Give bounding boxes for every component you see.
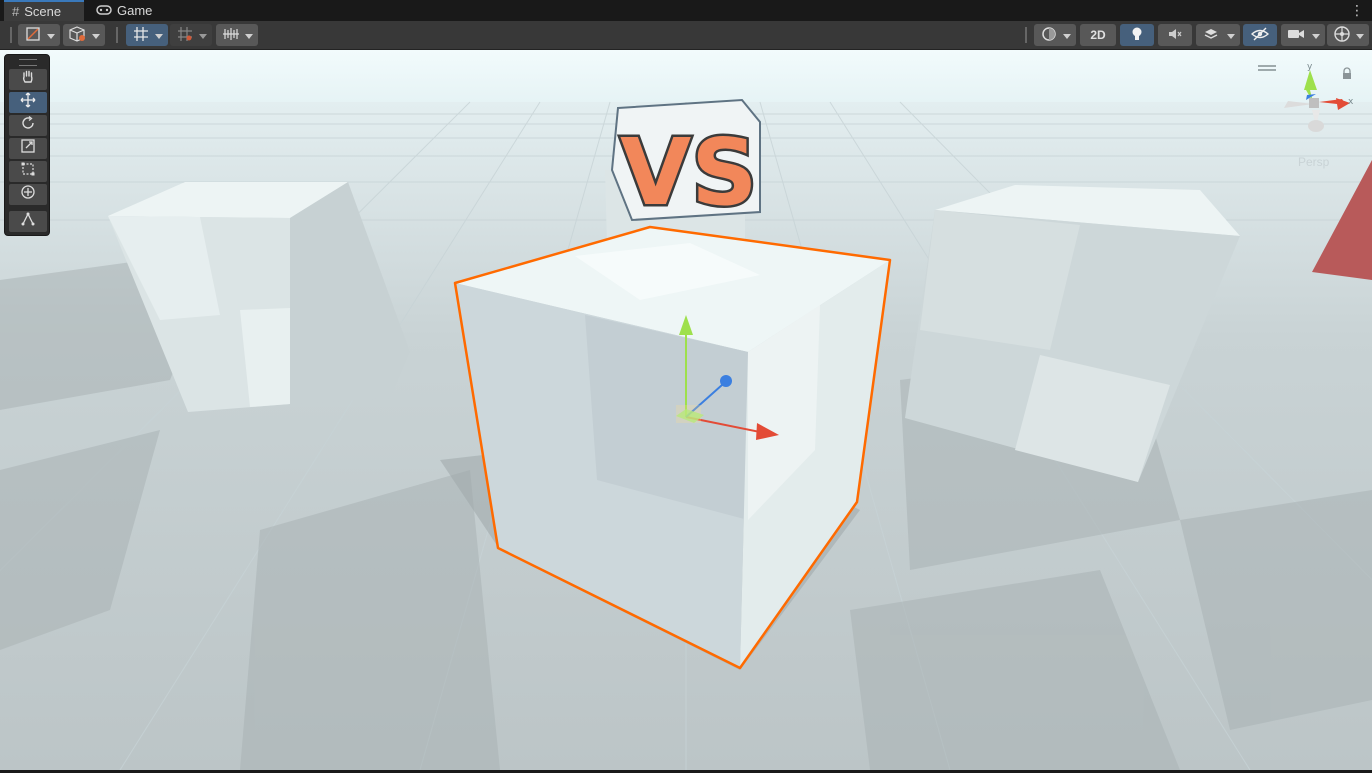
gamepad-icon — [96, 3, 112, 18]
grid-toggle[interactable] — [126, 24, 168, 46]
gizmos-dropdown[interactable] — [1327, 24, 1369, 46]
toolbar-grip — [116, 27, 118, 43]
transform-tool[interactable] — [9, 184, 47, 205]
audio-toggle[interactable] — [1158, 24, 1192, 46]
speaker-muted-icon — [1167, 27, 1183, 44]
move-arrows-icon — [20, 92, 36, 113]
chevron-down-icon — [245, 34, 253, 39]
transform-icon — [20, 184, 36, 205]
menu-lines-icon[interactable] — [1258, 58, 1276, 76]
eye-crossed-icon — [1250, 27, 1270, 44]
rotate-tool[interactable] — [9, 115, 47, 136]
rect-tool[interactable] — [9, 161, 47, 182]
sphere-icon — [1041, 26, 1057, 45]
overlay-handle[interactable] — [19, 59, 37, 66]
svg-text:x: x — [1348, 97, 1354, 107]
draw-mode-icon — [25, 26, 41, 45]
hand-tool[interactable] — [9, 69, 47, 90]
scale-tool[interactable] — [9, 138, 47, 159]
hand-icon — [20, 69, 36, 90]
tab-game-label: Game — [117, 3, 153, 18]
svg-text:y: y — [1307, 62, 1313, 72]
gizmo-globe-icon — [1333, 25, 1351, 46]
move-tool[interactable] — [9, 92, 47, 113]
rotate-icon — [20, 115, 36, 136]
shading-dropdown[interactable] — [1034, 24, 1076, 46]
rect-transform-icon — [20, 161, 36, 182]
chevron-down-icon — [199, 34, 207, 39]
chevron-down-icon — [92, 34, 100, 39]
2d-toggle-label: 2D — [1090, 28, 1106, 42]
chevron-down-icon — [47, 34, 55, 39]
custom-editor-icon — [20, 211, 36, 232]
tab-game[interactable]: Game — [88, 0, 168, 21]
visibility-toggle[interactable] — [1243, 24, 1277, 46]
lock-icon[interactable] — [1342, 66, 1352, 84]
render-mode-dropdown[interactable] — [63, 24, 105, 46]
grid-hash-icon: # — [12, 4, 20, 19]
align-dropdown[interactable] — [216, 24, 258, 46]
grid-snap-icon — [133, 26, 149, 45]
chevron-down-icon — [1356, 34, 1364, 39]
chevron-down-icon — [1312, 34, 1320, 39]
tools-overlay — [4, 54, 50, 236]
layers-icon — [1203, 26, 1219, 45]
toolbar-grip — [10, 27, 12, 43]
scale-icon — [20, 138, 36, 159]
toolbar-grip — [1025, 27, 1027, 43]
draw-mode-dropdown[interactable] — [18, 24, 60, 46]
lightbulb-icon — [1130, 26, 1144, 45]
vs-logo: VS — [610, 98, 761, 229]
tab-scene[interactable]: # Scene — [4, 0, 84, 21]
2d-toggle[interactable]: 2D — [1080, 24, 1116, 46]
cube-render-icon — [69, 25, 87, 45]
chevron-down-icon — [1227, 34, 1235, 39]
more-options-icon[interactable]: ⋮ — [1350, 2, 1364, 19]
chevron-down-icon — [155, 34, 163, 39]
camera-dropdown[interactable] — [1281, 24, 1325, 46]
tab-scene-label: Scene — [24, 4, 62, 19]
snap-increment-dropdown[interactable] — [170, 24, 212, 46]
scene-toolbar: 2D — [0, 21, 1372, 50]
chevron-down-icon — [1063, 34, 1071, 39]
increment-snap-icon — [177, 26, 193, 45]
scene-viewport[interactable]: VS y x Persp — [0, 50, 1372, 770]
custom-tool[interactable] — [9, 211, 47, 232]
camera-icon — [1287, 28, 1305, 43]
svg-text:VS: VS — [620, 119, 757, 226]
effects-dropdown[interactable] — [1196, 24, 1240, 46]
scene-render: VS — [0, 50, 1372, 770]
editor-tab-bar: # Scene Game ⋮ — [0, 0, 1372, 21]
camera-mode-label[interactable]: Persp — [1298, 155, 1329, 169]
align-icon — [222, 27, 240, 44]
lighting-toggle[interactable] — [1120, 24, 1154, 46]
